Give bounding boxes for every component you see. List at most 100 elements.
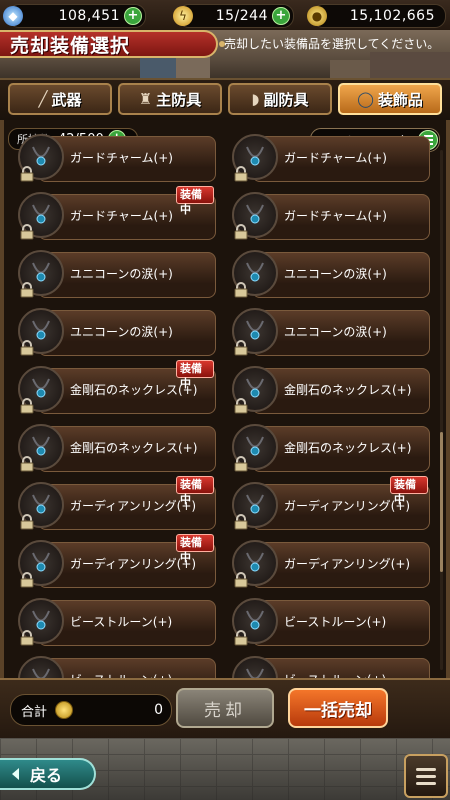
- tab-main-armor[interactable]: ♜ 主防具: [118, 83, 222, 115]
- page-title-plate: 売却装備選択: [0, 30, 218, 58]
- armor-icon: ♜: [138, 90, 153, 108]
- item-name: 金剛石のネックレス(+): [284, 383, 412, 397]
- list-item[interactable]: ガードチャーム(+): [18, 132, 216, 184]
- list-item[interactable]: 金剛石のネックレス(+): [232, 422, 430, 474]
- total-box: 合計 0: [10, 694, 172, 726]
- gem-value: 108,451: [58, 8, 120, 24]
- lock-icon[interactable]: [234, 572, 248, 588]
- lock-icon[interactable]: [234, 282, 248, 298]
- lock-icon[interactable]: [20, 282, 34, 298]
- tab-sub-armor[interactable]: ◗ 副防具: [228, 83, 332, 115]
- stamina-counter: ϟ 15/244 +: [173, 4, 294, 28]
- sell-button[interactable]: 売却: [176, 688, 274, 728]
- equipped-badge: 装備中: [176, 476, 214, 506]
- list-item[interactable]: ガーディアンリング(+) 装備中: [18, 476, 216, 532]
- lock-icon[interactable]: [20, 398, 34, 414]
- list-item[interactable]: ユニコーンの涙(+): [18, 306, 216, 358]
- category-tabs: ╱ 武器 ♜ 主防具 ◗ 副防具 ◯ 装飾品: [0, 78, 450, 122]
- item-name: ユニコーンの涙(+): [284, 325, 387, 339]
- list-item[interactable]: 金剛石のネックレス(+): [232, 364, 430, 416]
- tab-label: 武器: [51, 90, 82, 109]
- add-stamina-button[interactable]: +: [272, 7, 290, 25]
- list-item[interactable]: 金剛石のネックレス(+) 装備中: [18, 360, 216, 416]
- list-item[interactable]: ビーストルーン(+): [18, 596, 216, 648]
- sword-icon: ╱: [38, 90, 48, 108]
- lock-icon[interactable]: [20, 340, 34, 356]
- item-name: ユニコーンの涙(+): [70, 267, 173, 281]
- stamina-value: 15/244: [215, 8, 268, 24]
- list-item[interactable]: ガーディアンリング(+) 装備中: [232, 476, 430, 532]
- item-name: 金剛石のネックレス(+): [70, 383, 198, 397]
- bulk-sell-button[interactable]: 一括売却: [288, 688, 388, 728]
- list-item[interactable]: ガードチャーム(+): [232, 132, 430, 184]
- item-name: ビーストルーン(+): [70, 615, 173, 629]
- equipped-badge: 装備中: [176, 360, 214, 390]
- item-name: ガーディアンリング(+): [284, 557, 411, 571]
- lock-icon[interactable]: [20, 630, 34, 646]
- gem-icon: ◆: [3, 6, 23, 26]
- list-item[interactable]: ガードチャーム(+): [232, 190, 430, 242]
- item-name: ガードチャーム(+): [284, 209, 387, 223]
- list-item[interactable]: 金剛石のネックレス(+): [18, 422, 216, 474]
- list-item[interactable]: ユニコーンの涙(+): [232, 306, 430, 358]
- equipped-badge: 装備中: [176, 186, 214, 216]
- gold-counter: ● 15,102,665: [307, 4, 446, 28]
- list-item[interactable]: ビーストルーン(+): [232, 596, 430, 648]
- item-name: ガードチャーム(+): [284, 151, 387, 165]
- lock-icon[interactable]: [234, 514, 248, 530]
- tab-label: 副防具: [263, 90, 309, 109]
- lock-icon[interactable]: [234, 456, 248, 472]
- total-value: 0: [154, 702, 163, 718]
- item-name: ガーディアンリング(+): [70, 499, 197, 513]
- equipped-badge: 装備中: [390, 476, 428, 506]
- page-title: 売却装備選択: [10, 34, 131, 57]
- list-item[interactable]: ガーディアンリング(+): [232, 538, 430, 590]
- helmet-icon: ◗: [251, 90, 260, 108]
- back-button-label: 戻る: [30, 766, 63, 785]
- gold-coin-icon: [55, 701, 74, 719]
- gold-value: 15,102,665: [349, 8, 435, 24]
- instruction-text: 売却したい装備品を選択してください。: [224, 37, 440, 51]
- tab-weapon[interactable]: ╱ 武器: [8, 83, 112, 115]
- lock-icon[interactable]: [234, 224, 248, 240]
- back-arrow-icon: [12, 768, 19, 780]
- list-item[interactable]: ユニコーンの涙(+): [232, 248, 430, 300]
- lock-icon[interactable]: [20, 572, 34, 588]
- total-label: 合計: [21, 704, 48, 720]
- lock-icon[interactable]: [234, 340, 248, 356]
- list-item[interactable]: ガーディアンリング(+) 装備中: [18, 534, 216, 590]
- item-name: 金剛石のネックレス(+): [284, 441, 412, 455]
- sell-button-label: 売却: [204, 700, 246, 721]
- lightning-icon: ϟ: [173, 6, 193, 26]
- tab-accessory[interactable]: ◯ 装飾品: [338, 83, 442, 115]
- list-item[interactable]: ガードチャーム(+) 装備中: [18, 186, 216, 242]
- equipped-badge: 装備中: [176, 534, 214, 564]
- tab-label: 装飾品: [377, 90, 423, 109]
- item-name: ガードチャーム(+): [70, 209, 173, 223]
- scrollbar-thumb[interactable]: [440, 432, 443, 572]
- item-name: ガーディアンリング(+): [70, 557, 197, 571]
- lock-icon[interactable]: [234, 630, 248, 646]
- gem-counter: ◆ 108,451 +: [3, 4, 146, 28]
- scrollbar-track[interactable]: [440, 150, 443, 670]
- lock-icon[interactable]: [20, 224, 34, 240]
- gold-coin-icon: ●: [307, 6, 327, 26]
- item-name: ユニコーンの涙(+): [284, 267, 387, 281]
- item-name: 金剛石のネックレス(+): [70, 441, 198, 455]
- status-bar: ◆ 108,451 + ϟ 15/244 + ● 15,102,665: [0, 0, 450, 31]
- main-menu-button[interactable]: [404, 754, 448, 798]
- back-button[interactable]: 戻る: [0, 758, 96, 790]
- list-item[interactable]: ユニコーンの涙(+): [18, 248, 216, 300]
- lock-icon[interactable]: [234, 166, 248, 182]
- item-name: ガードチャーム(+): [70, 151, 173, 165]
- necklace-icon: ◯: [357, 90, 374, 108]
- lock-icon[interactable]: [20, 514, 34, 530]
- lock-icon[interactable]: [20, 166, 34, 182]
- item-name: ビーストルーン(+): [284, 615, 387, 629]
- bulk-sell-button-label: 一括売却: [304, 700, 372, 721]
- lock-icon[interactable]: [20, 456, 34, 472]
- lock-icon[interactable]: [234, 398, 248, 414]
- item-name: ユニコーンの涙(+): [70, 325, 173, 339]
- add-gems-button[interactable]: +: [124, 7, 142, 25]
- item-name: ガーディアンリング(+): [284, 499, 411, 513]
